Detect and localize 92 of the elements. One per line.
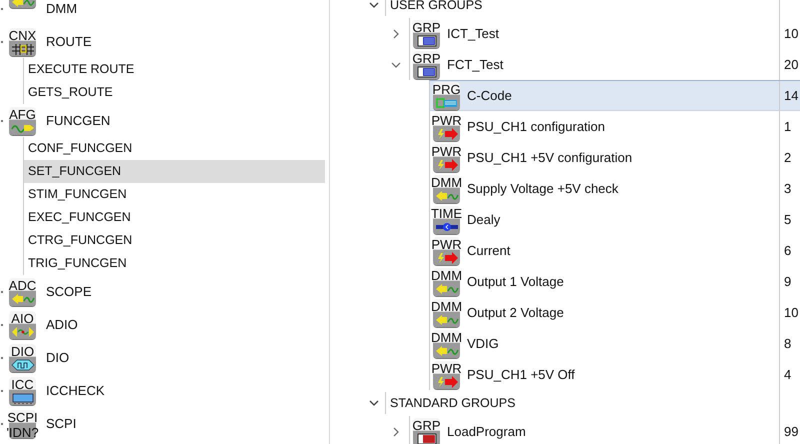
step-row[interactable]: DMM Supply Voltage +5V check 3 — [429, 173, 800, 204]
step-row[interactable]: PWR Current 6 — [429, 235, 800, 266]
tool-item[interactable]: TRIG_FUNCGEN — [24, 252, 325, 275]
step-name: Current — [467, 243, 512, 258]
badge-label: PWR — [431, 144, 462, 158]
group-value: 99 — [779, 416, 800, 444]
step-row[interactable]: DMM VDIG 8 — [429, 328, 800, 359]
step-row[interactable]: PWR PSU_CH1 +5V configuration 2 — [429, 142, 800, 173]
group-name[interactable]: FCT_Test — [447, 57, 504, 72]
step-name: Output 1 Voltage — [467, 274, 565, 289]
category-label[interactable]: DMM — [46, 1, 78, 16]
instrument-icon — [10, 292, 34, 304]
instrument-icon — [10, 392, 34, 404]
instrument-icon — [434, 190, 458, 202]
category-label[interactable]: ICCHECK — [46, 383, 105, 398]
badge-label: DMM — [430, 174, 462, 190]
chevron-right-icon[interactable] — [391, 28, 401, 38]
badge-label: GRP — [412, 20, 441, 34]
step-value: 14 — [779, 81, 800, 110]
group-name[interactable]: ICT_Test — [447, 26, 500, 41]
step-name: VDIG — [467, 336, 500, 351]
instrument-icon — [434, 96, 458, 108]
badge-label: ICC — [11, 376, 34, 392]
step-value: 8 — [779, 328, 800, 359]
badge-label: SCPI — [7, 410, 38, 424]
badge-label: AFG — [9, 106, 36, 122]
badge-label: PWR — [431, 112, 462, 128]
group-name[interactable]: LoadProgram — [447, 424, 526, 439]
badge-label: GRP — [412, 418, 441, 432]
step-row[interactable]: PWR PSU_CH1 +5V Off 4 — [429, 359, 800, 390]
section-header[interactable]: STANDARD GROUPS — [385, 392, 779, 414]
category-label[interactable]: SCPI — [46, 416, 76, 431]
instrument-icon — [414, 34, 438, 46]
step-name: PSU_CH1 configuration — [467, 119, 606, 134]
step-name: Output 2 Voltage — [467, 305, 565, 320]
step-name: PSU_CH1 +5V configuration — [467, 150, 634, 165]
chevron-right-icon[interactable] — [391, 426, 401, 436]
instrument-icon — [434, 282, 458, 294]
instrument-icon — [434, 344, 458, 356]
step-row[interactable]: DMM Output 1 Voltage 9 — [429, 266, 800, 297]
instrument-icon — [434, 220, 458, 232]
step-value: 1 — [779, 111, 800, 142]
category-label[interactable]: FUNCGEN — [46, 113, 110, 128]
tool-item[interactable]: CTRG_FUNCGEN — [24, 229, 325, 252]
section-header[interactable]: USER GROUPS — [385, 0, 779, 16]
instrument-icon — [414, 66, 438, 78]
step-row[interactable]: DMM Output 2 Voltage 10 — [429, 297, 800, 328]
badge-label: GRP — [412, 50, 441, 66]
step-value: 3 — [779, 173, 800, 204]
badge-label: DMM — [430, 268, 462, 282]
badge-label: DMM — [430, 298, 462, 314]
tool-item[interactable]: STIM_FUNCGEN — [24, 183, 325, 206]
step-name: C-Code — [467, 88, 513, 103]
step-value: 2 — [779, 142, 800, 173]
chevron-down-icon[interactable] — [391, 60, 401, 70]
chevron-down-icon[interactable] — [369, 398, 379, 408]
step-name: Supply Voltage +5V check — [467, 181, 620, 196]
category-label[interactable]: SCOPE — [46, 284, 92, 299]
step-value: 9 — [779, 266, 800, 297]
step-row[interactable]: PWR PSU_CH1 configuration 1 — [429, 111, 800, 142]
badge-label: TIME — [430, 206, 462, 220]
badge-label: AIO — [11, 310, 34, 326]
step-value: 4 — [779, 359, 800, 390]
step-value: 5 — [779, 204, 800, 235]
instrument-icon — [10, 358, 34, 370]
step-row[interactable]: PRG C-Code 14 — [429, 80, 800, 111]
step-value: 10 — [779, 297, 800, 328]
tool-item[interactable]: EXECUTE ROUTE — [24, 58, 325, 81]
step-value: 6 — [779, 235, 800, 266]
tool-item[interactable]: CONF_FUNCGEN — [24, 137, 325, 160]
category-label[interactable]: ADIO — [46, 317, 78, 332]
category-label[interactable]: DIO — [46, 350, 70, 365]
tool-item[interactable]: SET_FUNCGEN — [24, 160, 325, 183]
badge-label: CNX — [8, 28, 36, 42]
step-row[interactable]: TIME Dealy 5 — [429, 204, 800, 235]
instrument-icon — [434, 314, 458, 326]
category-label[interactable]: ROUTE — [46, 34, 92, 49]
badge-label: PWR — [431, 360, 462, 376]
badge-label: PWR — [431, 236, 462, 252]
badge-label: PRG — [432, 82, 461, 96]
badge-label: DMM — [430, 330, 462, 344]
instrument-icon — [10, 42, 34, 54]
instrument-icon — [10, 326, 34, 338]
step-name: PSU_CH1 +5V Off — [467, 367, 576, 382]
tool-item[interactable]: EXEC_FUNCGEN — [24, 206, 325, 229]
step-name: Dealy — [467, 212, 502, 227]
badge-label: DIO — [10, 344, 34, 358]
badge-label: ADC — [8, 278, 36, 292]
chevron-down-icon[interactable] — [369, 0, 379, 10]
instrument-icon — [414, 432, 438, 444]
group-value: 10 — [779, 18, 800, 49]
tool-item[interactable]: GETS_ROUTE — [24, 81, 325, 104]
